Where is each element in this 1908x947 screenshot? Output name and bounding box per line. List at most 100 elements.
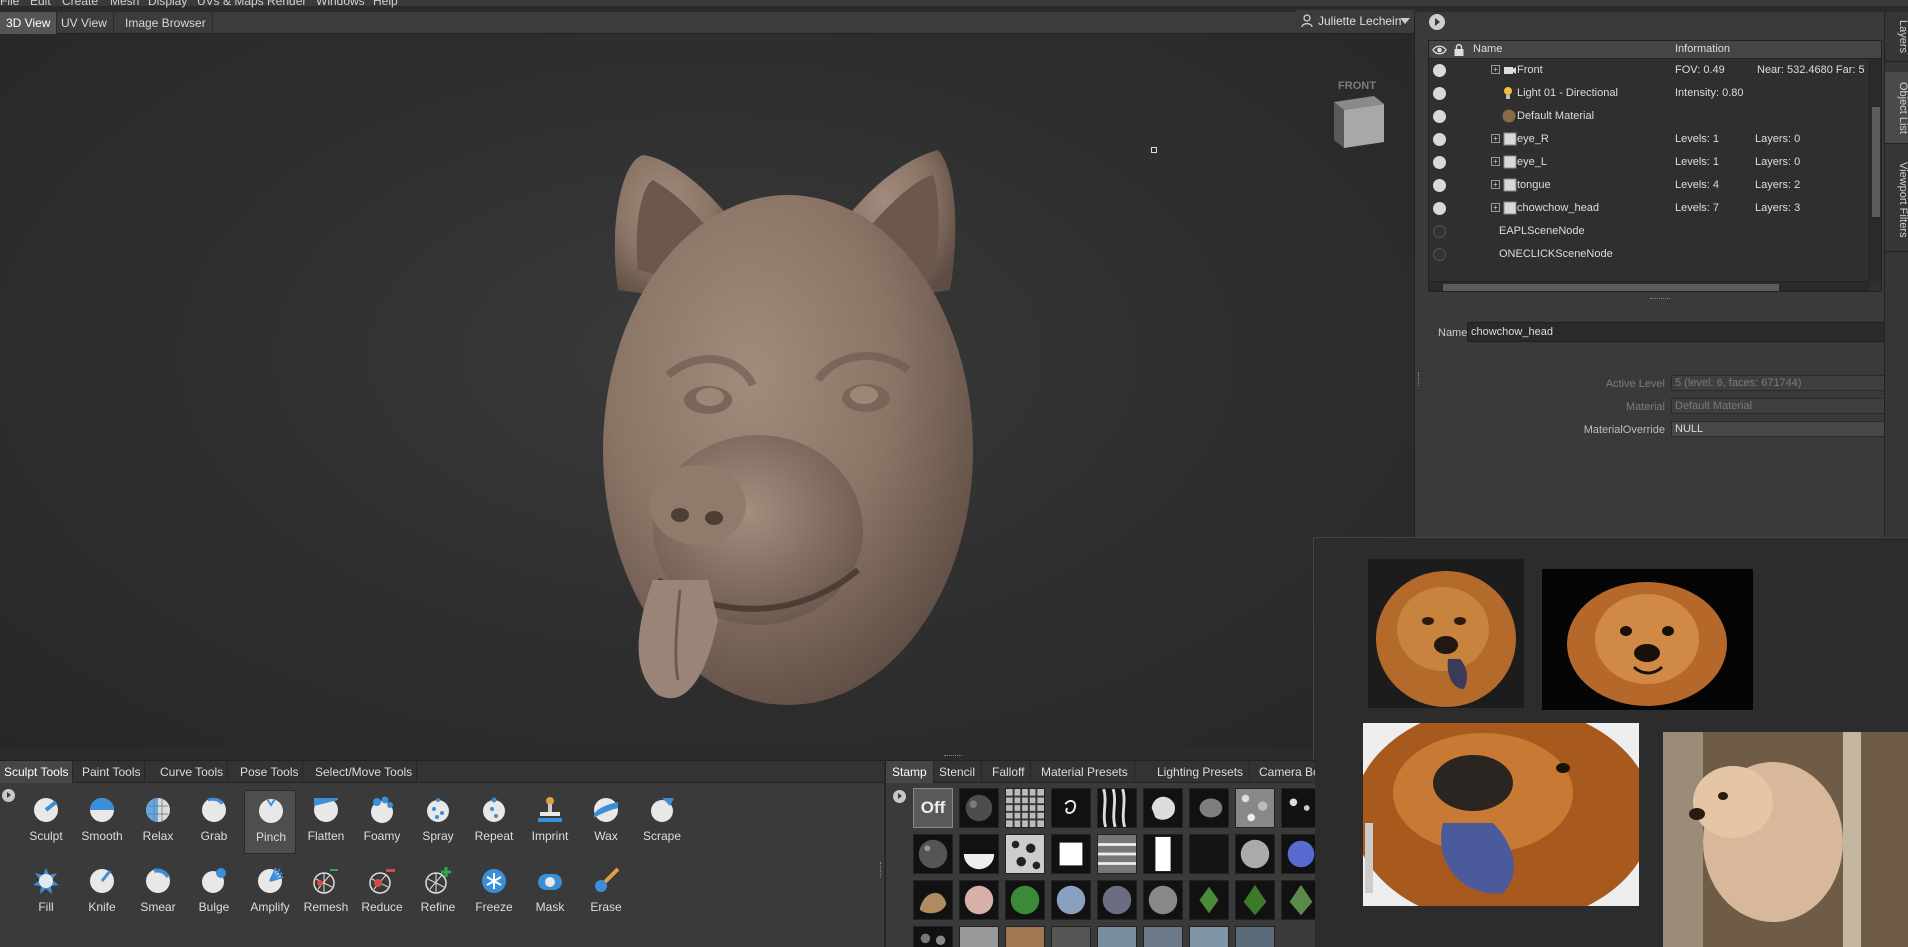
viewcube-icon[interactable]: [1326, 92, 1388, 150]
stamp-thumbnail[interactable]: [1143, 788, 1183, 828]
tab-stencil[interactable]: Stencil: [933, 761, 983, 783]
outliner-row-eye-r[interactable]: + eye_R Levels: 1 Layers: 0: [1429, 128, 1869, 151]
outliner-row-eye-l[interactable]: + eye_L Levels: 1 Layers: 0: [1429, 151, 1869, 174]
stamp-thumbnail[interactable]: [1097, 834, 1137, 874]
reference-image-window[interactable]: [1313, 537, 1908, 947]
stamp-thumbnail[interactable]: [1281, 880, 1315, 920]
tool-flatten[interactable]: Flatten: [300, 790, 352, 854]
scrollbar-thumb[interactable]: [1443, 284, 1779, 291]
stamp-thumbnail[interactable]: [1051, 880, 1091, 920]
stamp-thumbnail[interactable]: [1051, 834, 1091, 874]
tab-lighting-presets[interactable]: Lighting Presets: [1151, 761, 1251, 783]
panel-grip[interactable]: [1418, 372, 1421, 386]
visibility-toggle[interactable]: [1433, 87, 1446, 100]
stamp-thumbnail[interactable]: [1005, 926, 1045, 947]
tool-erase[interactable]: Erase: [580, 861, 632, 925]
expand-icon[interactable]: +: [1491, 134, 1500, 143]
tool-mask[interactable]: Mask: [524, 861, 576, 925]
stamp-thumbnail[interactable]: [959, 834, 999, 874]
visibility-toggle[interactable]: [1433, 202, 1446, 215]
scrollbar-thumb[interactable]: [1872, 107, 1880, 217]
stamp-thumbnail[interactable]: [1143, 834, 1183, 874]
reference-photo-1[interactable]: [1368, 559, 1524, 708]
lock-icon[interactable]: [1453, 43, 1465, 57]
tool-smear[interactable]: Smear: [132, 861, 184, 925]
tab-paint-tools[interactable]: Paint Tools: [78, 761, 146, 783]
stamp-thumbnail[interactable]: [1143, 880, 1183, 920]
tab-pose-tools[interactable]: Pose Tools: [236, 761, 304, 783]
tool-amplify[interactable]: Amplify: [244, 861, 296, 925]
visibility-toggle[interactable]: [1433, 156, 1446, 169]
tab-material-presets[interactable]: Material Presets: [1035, 761, 1135, 783]
tool-knife[interactable]: Knife: [76, 861, 128, 925]
column-name[interactable]: Name: [1473, 43, 1502, 55]
stamp-thumbnail[interactable]: [1051, 788, 1091, 828]
stamp-thumbnail[interactable]: [1189, 788, 1229, 828]
outliner-row-tongue[interactable]: + tongue Levels: 4 Layers: 2: [1429, 174, 1869, 197]
menu-uvs-maps[interactable]: UVs & Maps: [197, 0, 264, 8]
user-menu[interactable]: Juliette Lechein: [1296, 10, 1414, 32]
visibility-toggle[interactable]: [1433, 179, 1446, 192]
tab-curve-tools[interactable]: Curve Tools: [156, 761, 229, 783]
menu-edit[interactable]: Edit: [30, 0, 51, 8]
expand-icon[interactable]: +: [1491, 65, 1500, 74]
tab-3d-view[interactable]: 3D View: [0, 12, 58, 34]
tab-sculpt-tools[interactable]: Sculpt Tools: [0, 761, 74, 783]
tab-layers[interactable]: Layers: [1885, 12, 1908, 62]
stamp-thumbnail[interactable]: [959, 788, 999, 828]
tool-freeze[interactable]: Freeze: [468, 861, 520, 925]
stamp-thumbnail[interactable]: [1005, 880, 1045, 920]
reference-photo-4[interactable]: [1663, 732, 1908, 947]
stamp-thumbnail[interactable]: [1051, 926, 1091, 947]
menu-mesh[interactable]: Mesh: [110, 0, 139, 8]
outliner-row-default-material[interactable]: Default Material: [1429, 105, 1869, 128]
tool-refine[interactable]: Refine: [412, 861, 464, 925]
tab-stamp[interactable]: Stamp: [886, 761, 934, 783]
tool-imprint[interactable]: Imprint: [524, 790, 576, 854]
outliner-row-front[interactable]: + Front FOV: 0.49 Near: 532.4680 Far: 5: [1429, 59, 1869, 82]
stamp-thumbnail[interactable]: [913, 834, 953, 874]
menu-create[interactable]: Create: [62, 0, 98, 8]
stamp-thumbnail[interactable]: [1097, 788, 1137, 828]
tool-smooth[interactable]: Smooth: [76, 790, 128, 854]
tab-uv-view[interactable]: UV View: [55, 12, 114, 34]
tool-reduce[interactable]: Reduce: [356, 861, 408, 925]
visibility-toggle[interactable]: [1433, 248, 1446, 261]
tool-spray[interactable]: Spray: [412, 790, 464, 854]
eye-icon[interactable]: [1432, 44, 1447, 56]
tool-remesh[interactable]: Remesh: [300, 861, 352, 925]
tray-splitter[interactable]: [944, 755, 962, 758]
tool-relax[interactable]: Relax: [132, 790, 184, 854]
stamp-thumbnail[interactable]: [1281, 834, 1315, 874]
tray-arrow-icon[interactable]: [893, 790, 906, 803]
tab-viewport-filters[interactable]: Viewport Filters: [1885, 148, 1908, 252]
column-information[interactable]: Information: [1675, 43, 1730, 55]
expand-icon[interactable]: +: [1491, 180, 1500, 189]
stamp-thumbnail[interactable]: [913, 880, 953, 920]
visibility-toggle[interactable]: [1433, 64, 1446, 77]
tray-grip[interactable]: [880, 862, 883, 878]
stamp-thumbnail[interactable]: [1235, 926, 1275, 947]
tab-object-list[interactable]: Object List: [1885, 72, 1908, 144]
outliner-row-eapl-scene-node[interactable]: EAPLSceneNode: [1429, 220, 1869, 243]
horizontal-scrollbar[interactable]: [1429, 281, 1869, 291]
menu-render[interactable]: Render: [267, 0, 306, 8]
stamp-thumbnail[interactable]: [1097, 880, 1137, 920]
stamp-thumbnail[interactable]: [1189, 926, 1229, 947]
material-override-select[interactable]: NULL: [1671, 421, 1897, 437]
stamp-thumbnail[interactable]: [1143, 926, 1183, 947]
tab-select-move-tools[interactable]: Select/Move Tools: [311, 761, 418, 783]
tool-grab[interactable]: Grab: [188, 790, 240, 854]
visibility-toggle[interactable]: [1433, 133, 1446, 146]
stamp-thumbnail[interactable]: [959, 880, 999, 920]
visibility-toggle[interactable]: [1433, 110, 1446, 123]
tool-fill[interactable]: Fill: [20, 861, 72, 925]
outliner-row-oneclick-scene-node[interactable]: ONECLICKSceneNode: [1429, 243, 1869, 266]
visibility-toggle[interactable]: [1433, 225, 1446, 238]
menu-help[interactable]: Help: [373, 0, 398, 8]
outliner-row-chowchow-head[interactable]: + chowchow_head Levels: 7 Layers: 3: [1429, 197, 1869, 220]
stamp-thumbnail[interactable]: [1189, 834, 1229, 874]
menu-display[interactable]: Display: [148, 0, 187, 8]
tray-arrow-icon[interactable]: [2, 789, 15, 802]
3d-viewport[interactable]: FRONT: [0, 34, 1412, 748]
